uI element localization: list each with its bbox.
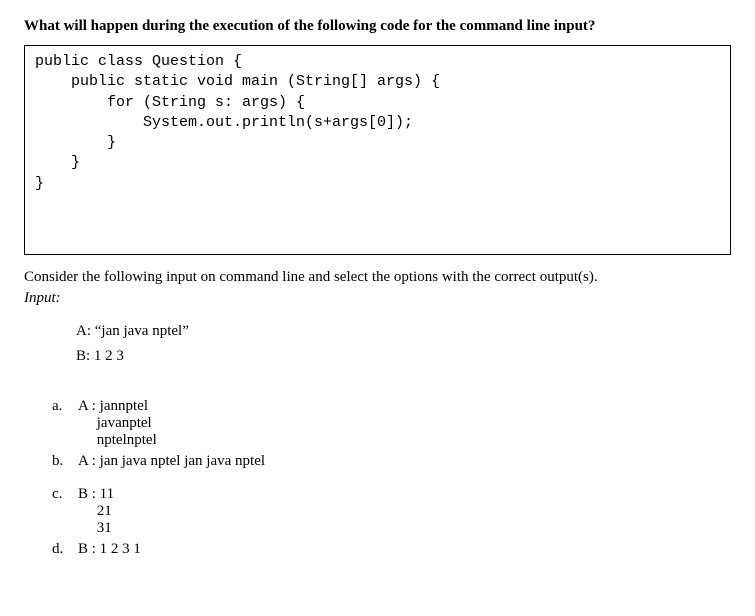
option-text: B : 1 2 3 1 [78,541,141,558]
instruction-text: Consider the following input on command … [24,269,731,286]
question-title: What will happen during the execution of… [24,18,731,35]
input-a: A: “jan java nptel” [76,319,731,345]
option-letter: c. [52,486,78,503]
option-letter: a. [52,398,78,415]
code-block: public class Question { public static vo… [24,45,731,255]
answer-options: a. A : jannptel javanptel nptelnptel b. … [52,398,731,558]
option-a: a. A : jannptel javanptel nptelnptel [52,398,731,449]
option-letter: b. [52,453,78,470]
option-text: A : jan java nptel jan java nptel [78,453,265,470]
input-heading: Input: [24,290,731,307]
option-c: c. B : 11 21 31 [52,486,731,537]
option-text: A : jannptel javanptel nptelnptel [78,398,157,449]
option-d: d. B : 1 2 3 1 [52,541,731,558]
option-text: B : 11 21 31 [78,486,114,537]
input-b: B: 1 2 3 [76,344,731,370]
option-letter: d. [52,541,78,558]
option-b: b. A : jan java nptel jan java nptel [52,453,731,470]
input-list: A: “jan java nptel” B: 1 2 3 [76,319,731,370]
